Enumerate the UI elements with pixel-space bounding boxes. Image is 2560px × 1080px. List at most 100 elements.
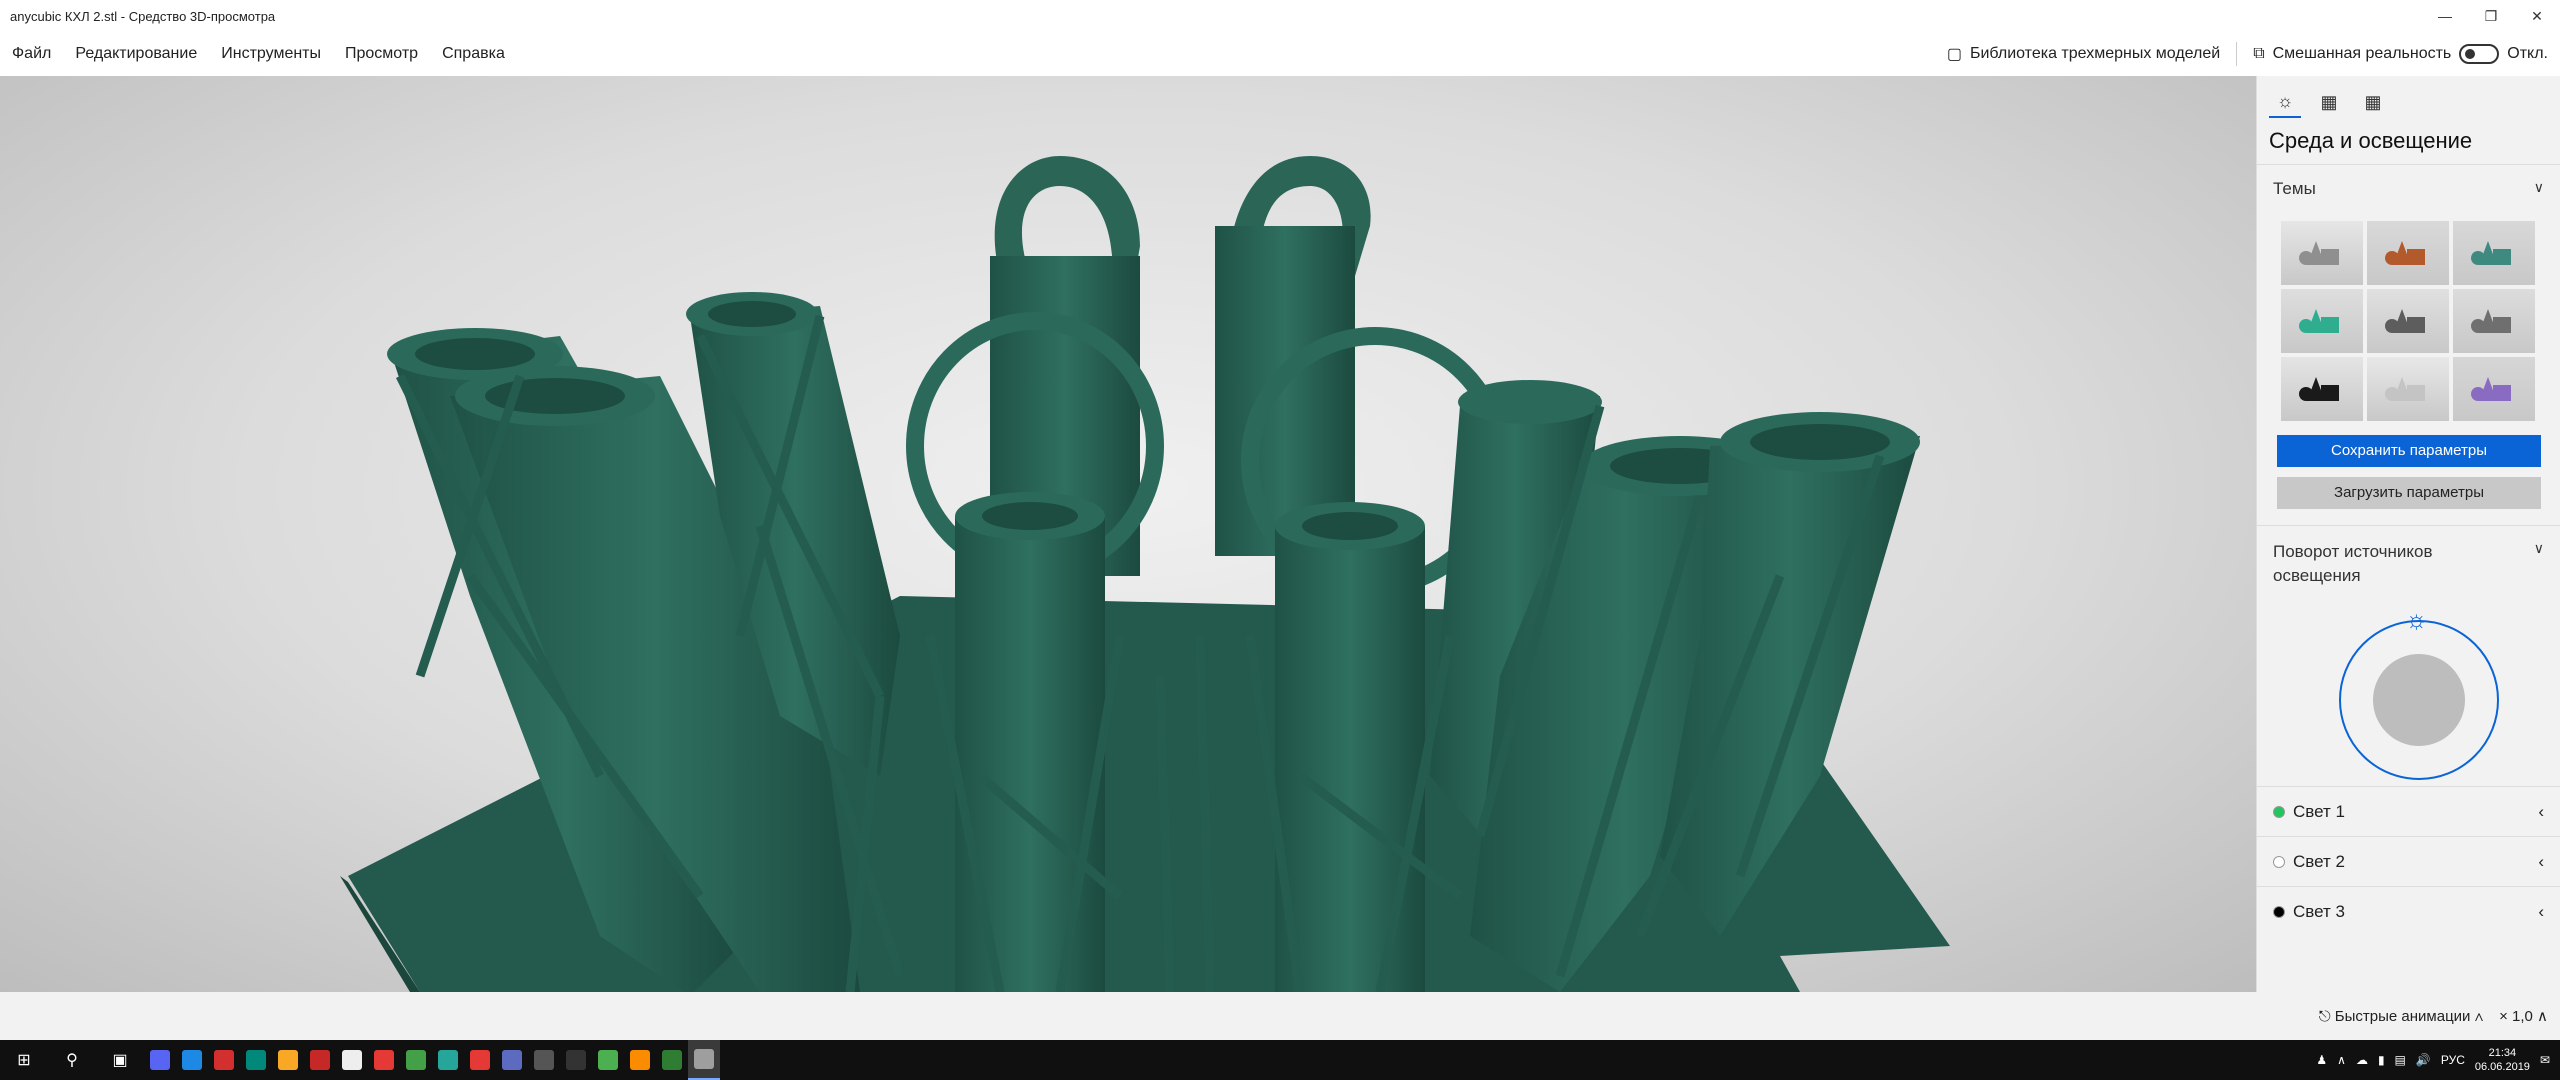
- themes-header[interactable]: Темы ∨: [2257, 165, 2560, 213]
- taskbar-app-3d-viewer[interactable]: [688, 1040, 720, 1080]
- app-icon: [214, 1050, 234, 1070]
- taskbar-app-discord[interactable]: [144, 1040, 176, 1080]
- library-button[interactable]: ▢ Библиотека трехмерных моделей: [1935, 44, 2232, 64]
- theme-thumbnail[interactable]: [2367, 357, 2449, 421]
- sun-icon: ☼: [2276, 90, 2294, 111]
- load-settings-button[interactable]: Загрузить параметры: [2277, 477, 2541, 509]
- app-icon: [694, 1049, 714, 1069]
- restore-button[interactable]: ❐: [2468, 0, 2514, 32]
- menu-bar: Файл Редактирование Инструменты Просмотр…: [0, 32, 2560, 76]
- mixed-reality-control[interactable]: ⧉ Смешанная реальность Откл.: [2241, 44, 2560, 64]
- mixed-reality-toggle[interactable]: [2459, 44, 2500, 64]
- theme-thumbnail[interactable]: [2453, 357, 2535, 421]
- chevron-left-icon: ‹: [2538, 801, 2544, 821]
- close-button[interactable]: ✕: [2514, 0, 2560, 32]
- light-row[interactable]: Свет 3 ‹: [2257, 886, 2560, 936]
- pinned-apps: [144, 1040, 720, 1080]
- model-render: [340, 156, 1950, 992]
- light-row[interactable]: Свет 2 ‹: [2257, 836, 2560, 886]
- light-rotation-header[interactable]: Поворот источников освещения ∨: [2257, 526, 2560, 602]
- network-icon[interactable]: ▤: [2395, 1053, 2406, 1067]
- app-icon: [566, 1050, 586, 1070]
- taskbar-app-edge[interactable]: [176, 1040, 208, 1080]
- chevron-down-icon: ∨: [2533, 540, 2544, 556]
- taskbar-app-opera[interactable]: [368, 1040, 400, 1080]
- mixed-reality-icon: ⧉: [2253, 45, 2265, 62]
- taskbar-app-mail[interactable]: [336, 1040, 368, 1080]
- animations-control[interactable]: ⎋ Быстрые анимации ∧: [2319, 1008, 2483, 1025]
- theme-thumbnail[interactable]: [2367, 289, 2449, 353]
- theme-thumbnail[interactable]: [2453, 221, 2535, 285]
- minimize-button[interactable]: —: [2422, 0, 2468, 32]
- light-handle-icon[interactable]: ☼: [2405, 606, 2429, 632]
- theme-thumbnail[interactable]: [2453, 289, 2535, 353]
- theme-cube: [2407, 385, 2425, 401]
- tab-stats[interactable]: ▦: [2313, 86, 2345, 118]
- panel-title: Среда и освещение: [2257, 122, 2560, 165]
- task-view-icon[interactable]: ▣: [96, 1040, 144, 1080]
- battery-icon[interactable]: ▮: [2378, 1053, 2385, 1067]
- menu-tools[interactable]: Инструменты: [209, 32, 333, 76]
- theme-cube: [2493, 249, 2511, 265]
- start-button[interactable]: ⊞: [0, 1040, 48, 1080]
- taskbar-app-excel[interactable]: [656, 1040, 688, 1080]
- notifications-icon[interactable]: ✉: [2540, 1053, 2550, 1067]
- theme-thumbnail[interactable]: [2281, 357, 2363, 421]
- volume-icon[interactable]: 🔊: [2416, 1053, 2431, 1067]
- chevron-up-icon: ∧: [2537, 1008, 2548, 1025]
- app-icon: [342, 1050, 362, 1070]
- animations-label: Быстрые анимации: [2334, 1007, 2471, 1025]
- theme-cube: [2407, 317, 2425, 333]
- cloud-icon[interactable]: ☁: [2356, 1053, 2368, 1067]
- menu-view[interactable]: Просмотр: [333, 32, 430, 76]
- cube-icon: ▢: [1946, 46, 1962, 63]
- animation-icon: ⎋: [2318, 1007, 2331, 1025]
- tray-chevron-icon[interactable]: ∧: [2337, 1053, 2346, 1067]
- app-icon: [278, 1050, 298, 1070]
- taskbar-app-yandex[interactable]: [464, 1040, 496, 1080]
- light-rotation-dial[interactable]: ☼: [2329, 602, 2499, 780]
- clock-date: 06.06.2019: [2474, 1061, 2530, 1073]
- taskbar-app-terminal[interactable]: [528, 1040, 560, 1080]
- taskbar-app-chrome[interactable]: [400, 1040, 432, 1080]
- taskbar-app-slicer[interactable]: [560, 1040, 592, 1080]
- tab-mesh[interactable]: ▦: [2357, 86, 2389, 118]
- theme-thumbnail[interactable]: [2367, 221, 2449, 285]
- tab-lighting[interactable]: ☼: [2269, 86, 2301, 118]
- tube-center-left: [955, 492, 1105, 992]
- save-settings-button[interactable]: Сохранить параметры: [2277, 435, 2541, 467]
- themes-label: Темы: [2273, 179, 2316, 198]
- taskbar-app-maps[interactable]: [624, 1040, 656, 1080]
- search-icon[interactable]: ⚲: [48, 1040, 96, 1080]
- chevron-left-icon: ‹: [2538, 851, 2544, 871]
- taskbar-app-m-app[interactable]: [432, 1040, 464, 1080]
- environment-panel: ☼ ▦ ▦ Среда и освещение Темы ∨ Сохранить…: [2256, 76, 2560, 992]
- zoom-control[interactable]: × 1,0 ∧: [2499, 1007, 2548, 1025]
- taskbar-app-record[interactable]: [208, 1040, 240, 1080]
- clock[interactable]: 21:34 06.06.2019: [2475, 1046, 2530, 1074]
- taskbar-app-utorrent[interactable]: [592, 1040, 624, 1080]
- taskbar-app-settings[interactable]: [496, 1040, 528, 1080]
- chevron-up-icon: ∧: [2474, 1007, 2484, 1025]
- taskbar-app-game[interactable]: [304, 1040, 336, 1080]
- light-color-dot: [2273, 905, 2285, 918]
- model-viewport[interactable]: [0, 76, 2256, 992]
- chevron-left-icon: ‹: [2538, 901, 2544, 921]
- taskbar-app-photos[interactable]: [240, 1040, 272, 1080]
- menu-file[interactable]: Файл: [0, 32, 63, 76]
- status-bar: ⎋ Быстрые анимации ∧ × 1,0 ∧: [0, 992, 2560, 1040]
- light-label: Свет 2: [2293, 851, 2345, 871]
- theme-cube: [2493, 385, 2511, 401]
- mixed-reality-label: Смешанная реальность: [2272, 45, 2452, 62]
- grid-icon: ▦: [2364, 91, 2382, 112]
- theme-thumbnail[interactable]: [2281, 221, 2363, 285]
- menu-help[interactable]: Справка: [430, 32, 517, 76]
- taskbar-app-folder[interactable]: [272, 1040, 304, 1080]
- app-icon: [150, 1050, 170, 1070]
- language-indicator[interactable]: РУС: [2441, 1053, 2465, 1067]
- menu-edit[interactable]: Редактирование: [63, 32, 209, 76]
- people-icon[interactable]: ♟: [2316, 1053, 2327, 1067]
- app-icon: [246, 1050, 266, 1070]
- theme-thumbnail[interactable]: [2281, 289, 2363, 353]
- light-row[interactable]: Свет 1 ‹: [2257, 786, 2560, 836]
